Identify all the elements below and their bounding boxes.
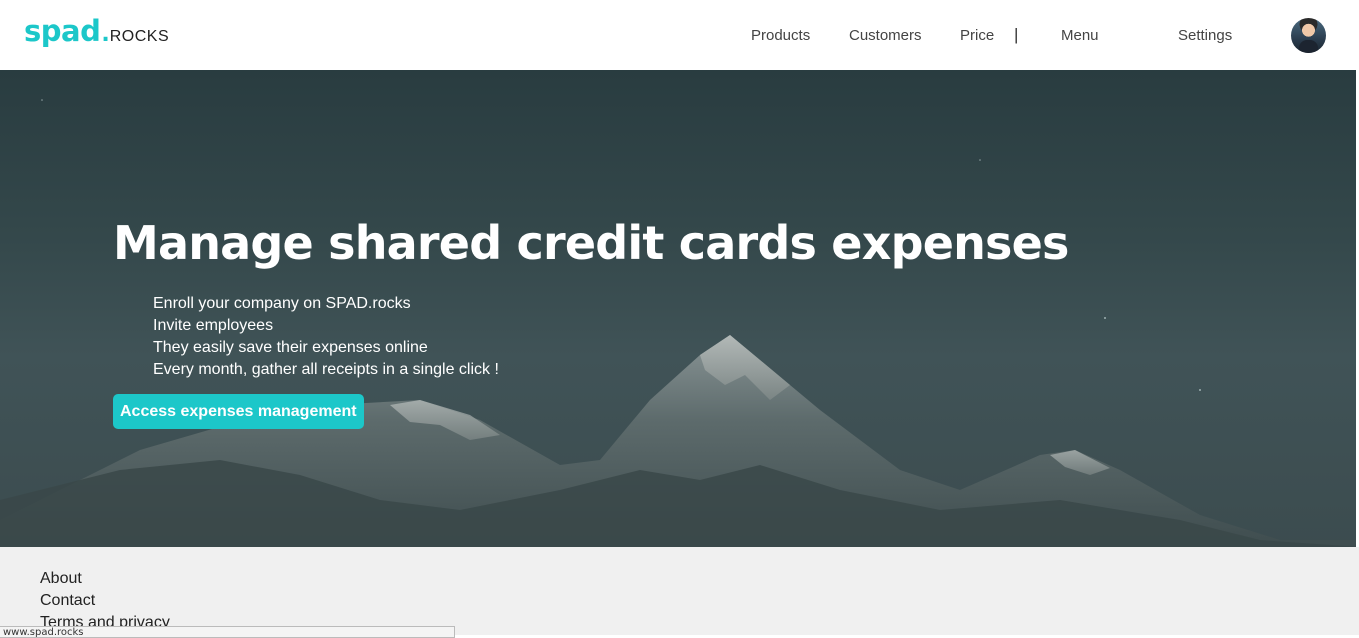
access-expenses-button[interactable]: Access expenses management [113, 394, 364, 429]
feature-item: Every month, gather all receipts in a si… [153, 361, 499, 378]
feature-list: Enroll your company on SPAD.rocks Invite… [153, 293, 499, 381]
nav-settings[interactable]: Settings [1178, 27, 1232, 44]
nav-products[interactable]: Products [751, 27, 810, 44]
top-navbar: spad . ROCKS Products Customers Price | … [0, 0, 1359, 70]
logo-sub-text: ROCKS [109, 28, 170, 45]
hero-banner: Manage shared credit cards expenses Enro… [0, 70, 1359, 547]
nav-menu[interactable]: Menu [1061, 27, 1099, 44]
logo[interactable]: spad . ROCKS [24, 14, 169, 48]
nav-separator: | [1014, 25, 1019, 44]
user-avatar[interactable] [1291, 18, 1326, 53]
feature-item: Invite employees [153, 317, 274, 334]
browser-status-bar: www.spad.rocks [0, 626, 455, 638]
hero-title: Manage shared credit cards expenses [113, 216, 1069, 270]
feature-item: They easily save their expenses online [153, 339, 428, 356]
logo-dot: . [101, 22, 110, 47]
footer-link-about[interactable]: About [40, 568, 170, 590]
feature-item: Enroll your company on SPAD.rocks [153, 295, 411, 312]
footer: About Contact Terms and privacy [0, 547, 1359, 635]
nav-price[interactable]: Price [960, 27, 994, 44]
logo-main-text: spad [24, 14, 101, 48]
nav-customers[interactable]: Customers [849, 27, 922, 44]
footer-link-contact[interactable]: Contact [40, 590, 170, 612]
footer-links: About Contact Terms and privacy [40, 568, 170, 634]
